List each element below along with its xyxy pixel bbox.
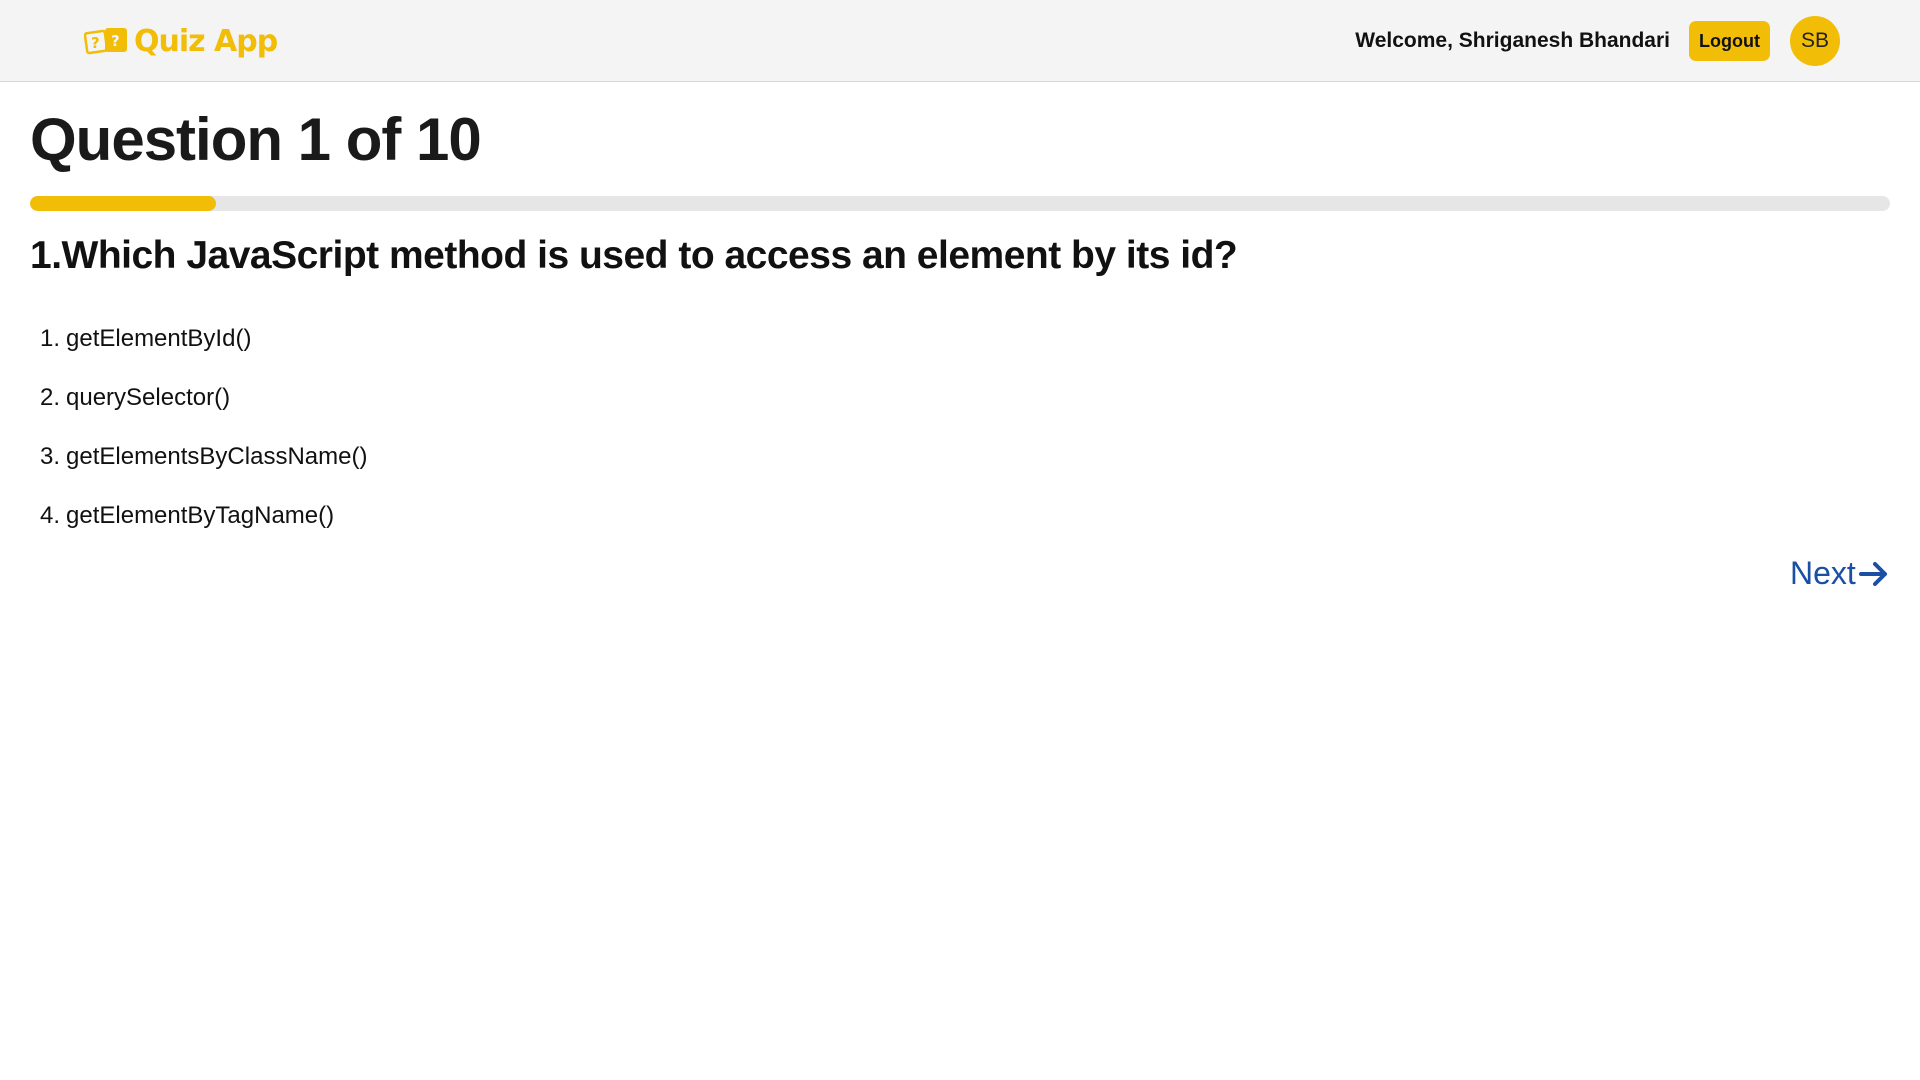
answer-option-2[interactable]: 2. querySelector() (30, 368, 1890, 427)
welcome-message: Welcome, Shriganesh Bhandari (1355, 29, 1670, 52)
top-navbar: ? ? Quiz App Welcome, Shriganesh Bhandar… (0, 0, 1920, 82)
option-number: 4. (40, 501, 61, 529)
answer-options-list: 1. getElementById() 2. querySelector() 3… (30, 309, 1890, 545)
option-number: 1. (40, 324, 61, 352)
question-cards-icon: ? ? (84, 28, 127, 55)
svg-text:?: ? (111, 32, 120, 50)
logout-button[interactable]: Logout (1689, 21, 1770, 61)
app-logo[interactable]: ? ? Quiz App (84, 22, 278, 60)
option-label: getElementByTagName() (66, 501, 335, 529)
option-label: getElementsByClassName() (66, 442, 368, 470)
question-counter-heading: Question 1 of 10 (30, 106, 482, 173)
question-text: 1.Which JavaScript method is used to acc… (30, 234, 1238, 277)
answer-option-3[interactable]: 3. getElementsByClassName() (30, 427, 1890, 486)
option-number: 2. (40, 383, 61, 411)
quiz-panel: Question 1 of 10 1.Which JavaScript meth… (30, 82, 1890, 545)
quiz-progress-bar (30, 196, 1890, 211)
option-label: getElementById() (66, 324, 252, 352)
option-label: querySelector() (66, 383, 231, 411)
svg-text:?: ? (91, 34, 100, 52)
next-button[interactable]: Next (1790, 555, 1890, 592)
user-avatar[interactable]: SB (1790, 16, 1840, 66)
answer-option-1[interactable]: 1. getElementById() (30, 309, 1890, 368)
avatar-initials: SB (1800, 29, 1829, 52)
option-number: 3. (40, 442, 61, 470)
app-logo-text: Quiz App (134, 23, 278, 59)
quiz-progress-fill (30, 196, 216, 211)
next-button-label: Next (1790, 555, 1856, 591)
arrow-right-icon (1858, 561, 1887, 586)
answer-option-4[interactable]: 4. getElementByTagName() (30, 486, 1890, 545)
